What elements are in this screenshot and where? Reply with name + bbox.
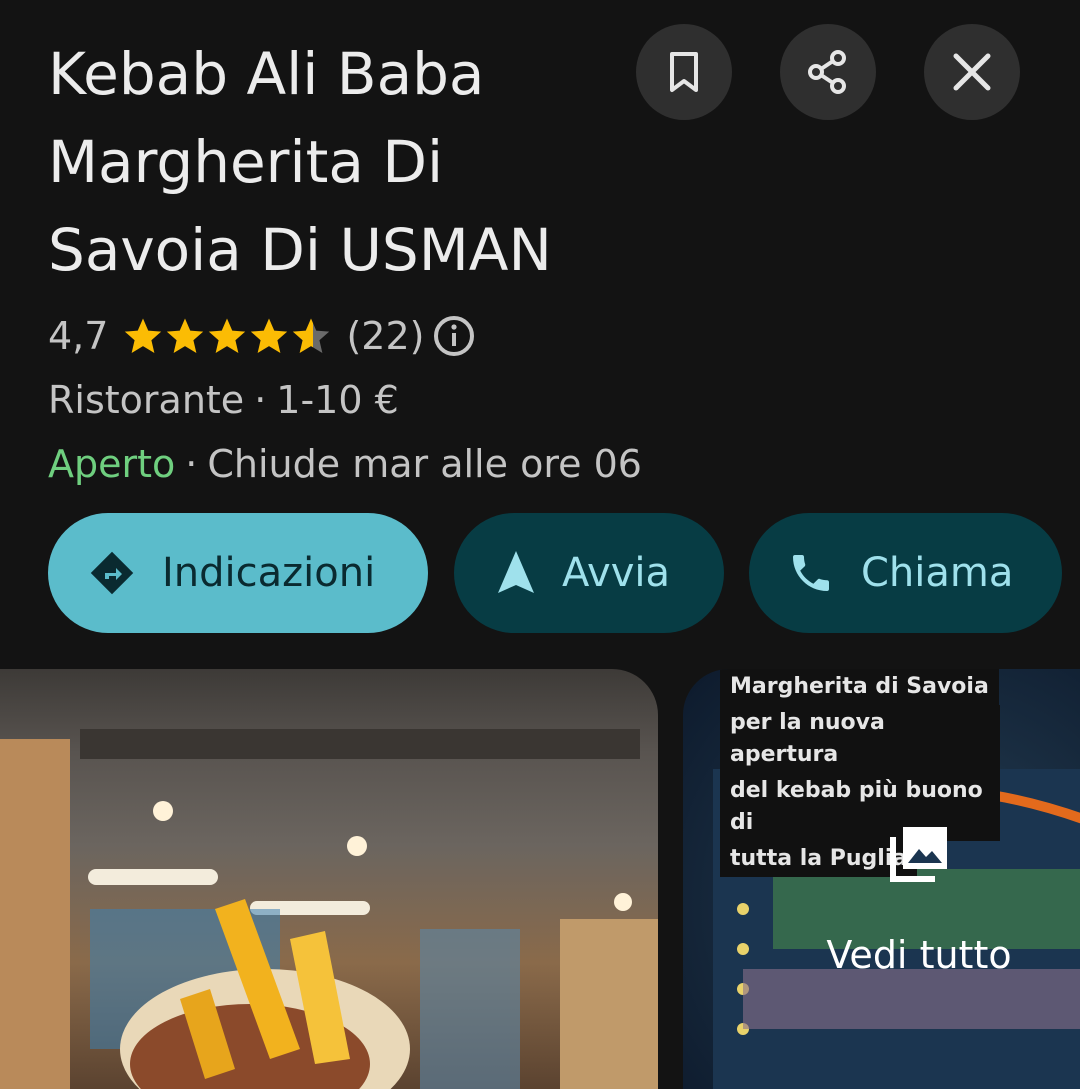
star-icon: [209, 318, 246, 353]
open-status: Aperto: [48, 442, 176, 486]
kebab-photo: [0, 729, 658, 1089]
star-icon: [125, 318, 162, 353]
photo-thumbnail[interactable]: [0, 669, 658, 1089]
place-title-line: Margherita Di: [48, 128, 444, 196]
bookmark-icon: [670, 52, 698, 92]
category-label: Ristorante: [48, 378, 245, 422]
directions-label: Indicazioni: [162, 550, 376, 596]
close-icon: [953, 53, 991, 91]
rating-row[interactable]: 4,7 (22): [48, 308, 476, 364]
directions-icon: [88, 549, 136, 597]
see-all-label: Vedi tutto: [826, 933, 1012, 977]
category-row: Ristorante · 1-10 €: [48, 372, 399, 428]
caption-line: Margherita di Savoia: [720, 669, 999, 705]
save-button[interactable]: [636, 24, 732, 120]
directions-button[interactable]: Indicazioni: [48, 513, 428, 633]
close-button[interactable]: [924, 24, 1020, 120]
place-title-line: Kebab Ali Baba: [48, 40, 485, 108]
phone-icon: [787, 549, 835, 597]
call-label: Chiama: [861, 550, 1014, 596]
star-icon: [251, 318, 288, 353]
review-count: (22): [346, 314, 425, 358]
separator: ·: [185, 442, 198, 486]
star-icon: [167, 318, 204, 353]
star-rating: [122, 315, 332, 357]
closing-hours: Chiude mar alle ore 06: [207, 442, 642, 486]
caption-line: del kebab più buono di: [720, 773, 1000, 841]
share-button[interactable]: [780, 24, 876, 120]
place-title-line: Savoia Di USMAN: [48, 216, 552, 284]
share-icon: [808, 50, 846, 94]
photo-caption: Margherita di Savoia per la nuova apertu…: [720, 669, 1000, 877]
start-button[interactable]: Avvia: [454, 513, 724, 633]
info-icon[interactable]: [432, 314, 476, 358]
place-title: Kebab Ali Baba Margherita Di Savoia Di U…: [48, 30, 608, 294]
hours-row[interactable]: Aperto · Chiude mar alle ore 06: [48, 436, 642, 492]
rating-value: 4,7: [48, 314, 109, 358]
separator: ·: [254, 378, 267, 422]
star-half-icon: [293, 318, 330, 353]
start-label: Avvia: [562, 550, 670, 596]
price-range: 1-10 €: [276, 378, 399, 422]
navigation-arrow-icon: [496, 549, 536, 597]
call-button[interactable]: Chiama: [749, 513, 1062, 633]
see-all-photos-card[interactable]: Margherita di Savoia per la nuova apertu…: [683, 669, 1080, 1089]
caption-line: per la nuova apertura: [720, 705, 1000, 773]
photo-library-icon: [887, 823, 949, 889]
